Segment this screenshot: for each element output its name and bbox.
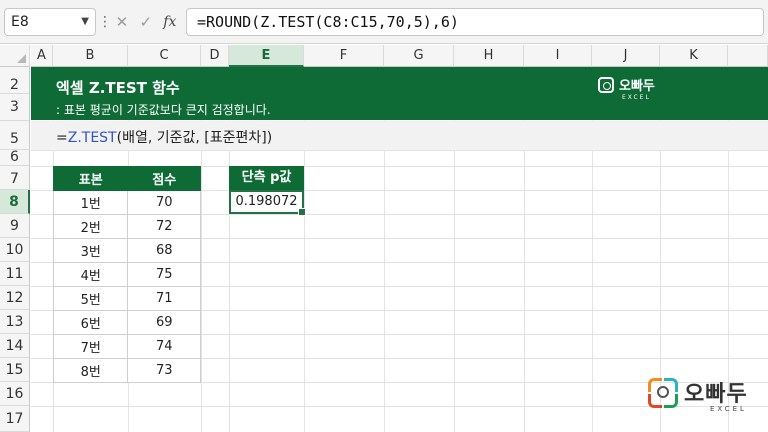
table-row: 1번 70 <box>52 190 201 215</box>
row-header-13[interactable]: 13 <box>0 310 30 334</box>
column-header-h[interactable]: H <box>454 45 524 67</box>
sample-cell[interactable]: 2번 <box>52 214 129 239</box>
enter-icon[interactable]: ✓ <box>139 13 152 31</box>
formula-actions: ✕ ✓ fx <box>110 8 182 36</box>
column-header-a[interactable]: A <box>31 45 53 67</box>
syntax-function-name: Z.TEST <box>67 130 117 146</box>
result-cell-e8[interactable]: 0.198072 <box>229 190 306 216</box>
sample-cell[interactable]: 1번 <box>52 190 129 215</box>
row-header-2[interactable]: 2 <box>0 67 30 94</box>
page-title: 엑셀 Z.TEST 함수 <box>56 79 180 97</box>
sample-cell[interactable]: 7번 <box>52 334 129 359</box>
score-cell[interactable]: 68 <box>127 238 201 263</box>
score-cell[interactable]: 74 <box>127 334 201 359</box>
row-header-11[interactable]: 11 <box>0 262 30 286</box>
sample-cell[interactable]: 5번 <box>52 286 129 311</box>
row-header-7[interactable]: 7 <box>0 166 30 190</box>
column-header-d[interactable]: D <box>201 45 229 67</box>
column-header-e[interactable]: E <box>229 45 304 67</box>
column-header-j[interactable]: J <box>592 45 660 67</box>
logo-sub: EXCEL <box>622 94 651 101</box>
score-cell[interactable]: 70 <box>127 190 201 215</box>
watermark-logo: 오빠두 EXCEL <box>648 378 758 422</box>
sample-cell[interactable]: 3번 <box>52 238 129 263</box>
score-cell[interactable]: 75 <box>127 262 201 287</box>
table-header-score[interactable]: 점수 <box>127 166 201 191</box>
grid-line <box>31 150 768 151</box>
table-row: 2번 72 <box>52 214 201 239</box>
column-header-i[interactable]: I <box>524 45 592 67</box>
table-row: 6번 69 <box>52 310 201 335</box>
column-header-f[interactable]: F <box>304 45 384 67</box>
table-row: 8번 73 <box>52 358 201 383</box>
score-cell[interactable]: 71 <box>127 286 201 311</box>
cancel-icon[interactable]: ✕ <box>116 13 129 31</box>
more-options-icon[interactable]: ⋮ <box>98 10 112 34</box>
row-header-14[interactable]: 14 <box>0 334 30 358</box>
name-box[interactable]: E8 ▼ <box>4 8 96 36</box>
logo-icon <box>598 77 614 93</box>
column-header-c[interactable]: C <box>128 45 201 67</box>
row-header-16[interactable]: 16 <box>0 382 30 406</box>
function-syntax: =Z.TEST(배열, 기준값, [표준편차]) <box>56 127 272 147</box>
sample-cell[interactable]: 8번 <box>52 358 129 383</box>
row-header-6[interactable]: 6 <box>0 150 30 166</box>
logo-name: 오빠두 <box>619 79 655 94</box>
select-all-corner[interactable] <box>0 45 30 67</box>
banner-logo: 오빠두 EXCEL <box>598 74 678 108</box>
score-cell[interactable]: 72 <box>127 214 201 239</box>
row-header-3[interactable]: 3 <box>0 94 30 121</box>
watermark-sub: EXCEL <box>710 405 747 413</box>
column-header-k[interactable]: K <box>660 45 728 67</box>
syntax-equals: = <box>56 130 68 146</box>
table-row: 5번 71 <box>52 286 201 311</box>
name-box-value: E8 <box>11 14 29 30</box>
row-header-12[interactable]: 12 <box>0 286 30 310</box>
result-header[interactable]: 단측 p값 <box>229 166 304 190</box>
sample-cell[interactable]: 6번 <box>52 310 129 335</box>
table-row: 3번 68 <box>52 238 201 263</box>
row-header-5[interactable]: 5 <box>0 121 30 150</box>
formula-input[interactable]: =ROUND(Z.TEST(C8:C15,70,5),6) <box>186 8 764 36</box>
watermark-name: 오빠두 <box>684 382 748 407</box>
row-header-9[interactable]: 9 <box>0 214 30 238</box>
row-header-17[interactable]: 17 <box>0 406 30 432</box>
row-header-10[interactable]: 10 <box>0 238 30 262</box>
insert-function-icon[interactable]: fx <box>163 14 176 30</box>
column-header-g[interactable]: G <box>384 45 454 67</box>
sample-table: 표본 점수 1번 70 2번 72 3번 68 4번 75 5번 71 6번 69 7번 74… <box>52 166 201 383</box>
table-row: 7번 74 <box>52 334 201 359</box>
logo-icon <box>648 378 678 408</box>
table-header-sample[interactable]: 표본 <box>52 166 129 191</box>
score-cell[interactable]: 69 <box>127 310 201 335</box>
chevron-down-icon[interactable]: ▼ <box>81 9 89 35</box>
formula-bar: E8 ▼ ⋮ ✕ ✓ fx =ROUND(Z.TEST(C8:C15,70,5)… <box>0 0 768 44</box>
score-cell[interactable]: 73 <box>127 358 201 383</box>
table-row: 4번 75 <box>52 262 201 287</box>
column-header-blank[interactable] <box>728 45 768 67</box>
column-header-b[interactable]: B <box>53 45 128 67</box>
page-subtitle: : 표본 평균이 기준값보다 큰지 검정합니다. <box>56 103 271 117</box>
sample-cell[interactable]: 4번 <box>52 262 129 287</box>
syntax-arguments: (배열, 기준값, [표준편차]) <box>116 130 273 146</box>
row-header-8[interactable]: 8 <box>0 190 30 214</box>
row-header-15[interactable]: 15 <box>0 358 30 382</box>
